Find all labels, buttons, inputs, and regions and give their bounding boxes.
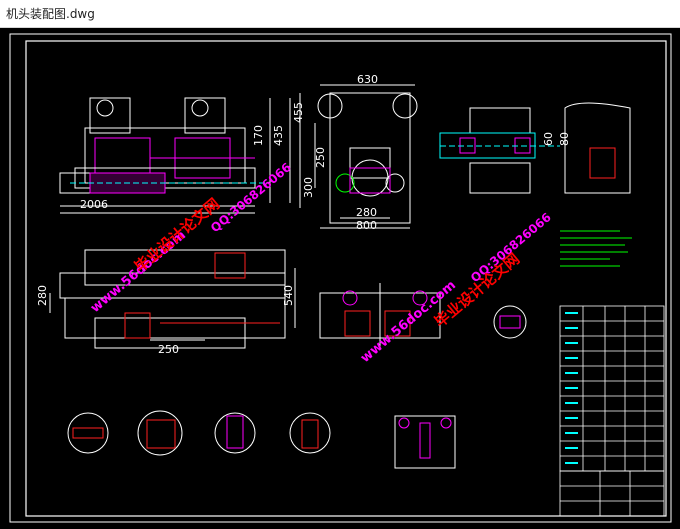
dim-630: 630 [357, 73, 378, 86]
small-circle-detail [493, 305, 527, 339]
watermark-qq-1: QQ:306826066 [208, 160, 294, 235]
dim-455: 455 [292, 102, 305, 123]
bottom-sections [67, 410, 456, 469]
section-view [49, 249, 296, 349]
parts-list-entries [565, 312, 578, 464]
dim-540: 540 [282, 285, 295, 306]
dim-60: 60 [542, 132, 555, 146]
dim-250: 250 [314, 147, 327, 168]
window-title: 机头装配图.dwg [6, 7, 95, 21]
section-detail-right [439, 102, 631, 194]
dim-280-left: 280 [36, 285, 49, 306]
dim-280-top: 280 [356, 206, 377, 219]
dim-80: 80 [558, 132, 571, 146]
parts-list-table [559, 305, 665, 517]
dim-250-bottom: 250 [158, 343, 179, 356]
cad-drawing: 170 435 455 2006 630 250 300 280 800 60 … [9, 33, 672, 523]
watermark-brand-1: 毕业设计论文网 [131, 195, 223, 276]
dim-2006: 2006 [80, 198, 108, 211]
dim-800: 800 [356, 219, 377, 232]
window-titlebar: 机头装配图.dwg [0, 0, 680, 28]
dim-300: 300 [302, 177, 315, 198]
technical-notes [560, 230, 632, 267]
watermark-qq-2: QQ:306826066 [468, 210, 554, 285]
dim-170: 170 [252, 125, 265, 146]
drawing-canvas[interactable]: 170 435 455 2006 630 250 300 280 800 60 … [0, 28, 680, 529]
dim-435: 435 [272, 125, 285, 146]
